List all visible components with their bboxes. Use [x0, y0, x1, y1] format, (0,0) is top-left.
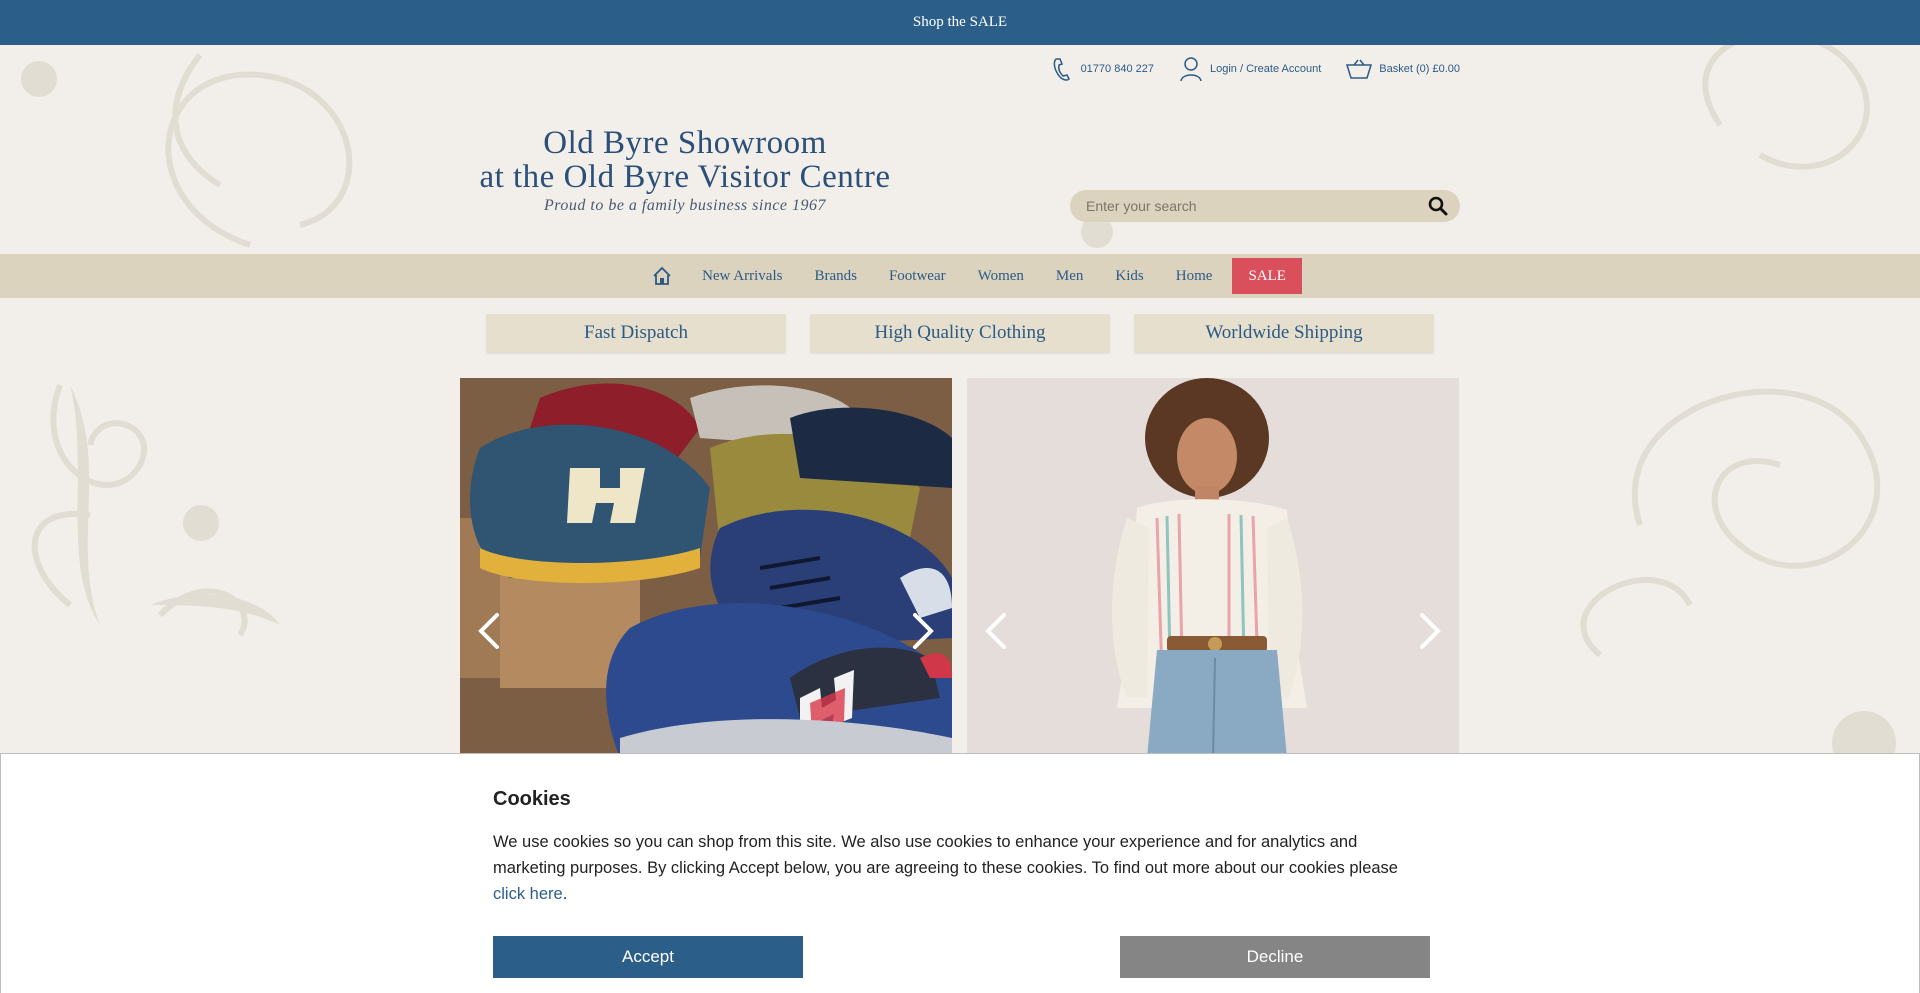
chevron-left-icon [478, 613, 499, 649]
nav-sale[interactable]: SALE [1232, 258, 1302, 294]
site-logo[interactable]: Old Byre Showroom at the Old Byre Visito… [470, 126, 900, 215]
basket-icon [1346, 59, 1373, 79]
feature-quality-clothing: High Quality Clothing [810, 314, 1110, 352]
cookie-policy-link[interactable]: click here [493, 885, 563, 903]
basket-summary: Basket (0) £0.00 [1379, 63, 1460, 75]
footwear-slider [460, 378, 952, 758]
nav-new-arrivals[interactable]: New Arrivals [686, 258, 798, 294]
feature-worldwide-shipping: Worldwide Shipping [1134, 314, 1434, 352]
cookie-banner: Cookies We use cookies so you can shop f… [0, 753, 1920, 993]
nav-kids[interactable]: Kids [1099, 258, 1159, 294]
womenswear-next-arrow[interactable] [1415, 606, 1445, 656]
feature-fast-dispatch: Fast Dispatch [486, 314, 786, 352]
nav-home[interactable]: Home [1160, 258, 1229, 294]
cookie-title: Cookies [493, 788, 571, 810]
search-icon[interactable] [1428, 196, 1448, 216]
logo-tagline: Proud to be a family business since 1967 [543, 197, 827, 214]
nav-home-icon-link[interactable] [638, 258, 686, 294]
phone-link[interactable]: 01770 840 227 [1049, 56, 1154, 82]
cookie-body: We use cookies so you can shop from this… [493, 833, 1398, 877]
cookie-message: We use cookies so you can shop from this… [493, 829, 1429, 907]
login-link[interactable]: Login / Create Account [1178, 56, 1321, 82]
chevron-right-icon [1420, 613, 1441, 649]
nav-women[interactable]: Women [962, 258, 1040, 294]
utility-bar: 01770 840 227 Login / Create Account Bas… [1049, 56, 1460, 82]
basket-link[interactable]: Basket (0) £0.00 [1345, 58, 1460, 80]
phone-number: 01770 840 227 [1080, 63, 1154, 75]
accept-cookies-button[interactable]: Accept [493, 936, 803, 978]
search-bar [1070, 190, 1460, 222]
model-image [967, 378, 1459, 758]
announcement-bar: Shop the SALE [0, 0, 1920, 45]
nav-footwear[interactable]: Footwear [873, 258, 962, 294]
feature-strip: Fast Dispatch High Quality Clothing Worl… [486, 314, 1434, 352]
womenswear-slider [967, 378, 1459, 758]
chevron-right-icon [913, 613, 934, 649]
login-label: Login / Create Account [1209, 63, 1322, 75]
footwear-next-arrow[interactable] [908, 606, 938, 656]
home-icon [653, 266, 671, 285]
nav-brands[interactable]: Brands [798, 258, 873, 294]
trainers-image [460, 378, 952, 758]
womenswear-prev-arrow[interactable] [981, 606, 1011, 656]
logo-line-2: at the Old Byre Visitor Centre [479, 159, 891, 195]
cookie-period: . [562, 885, 568, 903]
footwear-prev-arrow[interactable] [474, 606, 504, 656]
logo-line-1: Old Byre Showroom [543, 125, 827, 161]
phone-icon [1053, 58, 1070, 81]
nav-men[interactable]: Men [1040, 258, 1100, 294]
user-icon [1180, 57, 1202, 82]
shop-sale-link[interactable]: Shop the SALE [913, 14, 1007, 31]
decline-cookies-button[interactable]: Decline [1120, 936, 1430, 978]
search-input[interactable] [1086, 198, 1428, 214]
main-navigation: New Arrivals Brands Footwear Women Men K… [0, 254, 1920, 298]
chevron-left-icon [985, 613, 1006, 649]
